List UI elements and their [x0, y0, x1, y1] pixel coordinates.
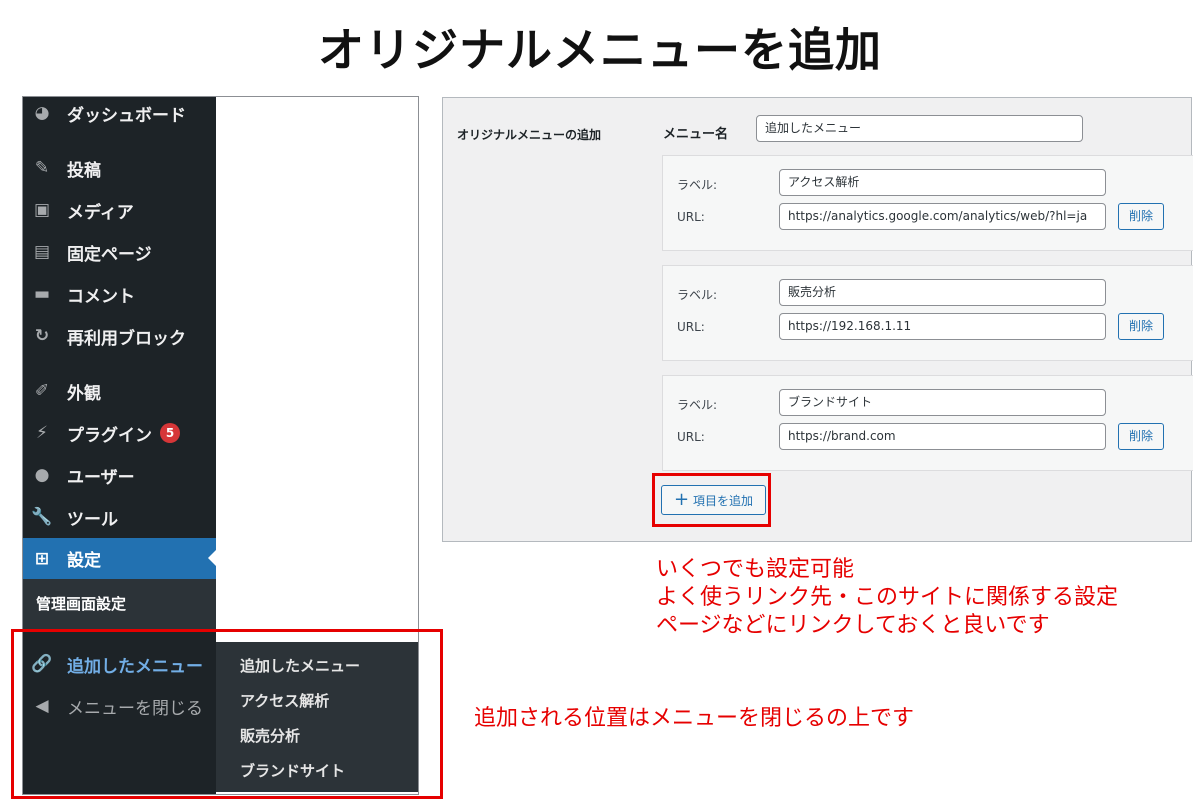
- plugin-icon: ⚡: [36, 423, 48, 443]
- highlight-added-menu: [11, 629, 443, 799]
- page-title: オリジナルメニューを追加: [318, 23, 882, 77]
- sidebar-item-label: メディア: [67, 202, 134, 223]
- sidebar-item-label: 固定ページ: [67, 244, 152, 265]
- url-input[interactable]: https://brand.com: [779, 423, 1106, 450]
- sidebar-item-users[interactable]: ● ユーザー: [23, 456, 216, 494]
- url-field-label: URL:: [677, 320, 705, 334]
- label-input[interactable]: 販売分析: [779, 279, 1106, 306]
- sidebar-item-settings[interactable]: ⊞ 設定: [23, 538, 216, 579]
- menu-settings-panel: オリジナルメニューの追加 メニュー名 追加したメニュー ラベル: アクセス解析 …: [442, 97, 1193, 542]
- sidebar-item-reusable-blocks[interactable]: ↻ 再利用ブロック: [23, 317, 216, 355]
- menu-item-row: ラベル: ブランドサイト URL: https://brand.com 削除: [662, 375, 1193, 471]
- delete-button[interactable]: 削除: [1118, 313, 1164, 340]
- sidebar-item-comments[interactable]: ▬ コメント: [23, 275, 216, 313]
- sidebar-item-media[interactable]: ▣ メディア: [23, 191, 216, 229]
- highlight-add-button: [652, 473, 771, 527]
- update-count-badge: 5: [160, 423, 180, 443]
- sidebar-item-label: ダッシュボード: [67, 105, 186, 126]
- url-input[interactable]: https://analytics.google.com/analytics/w…: [779, 203, 1106, 230]
- sidebar-item-label: 投稿: [67, 160, 101, 181]
- label-input[interactable]: アクセス解析: [779, 169, 1106, 196]
- sidebar-item-plugins[interactable]: ⚡ プラグイン 5: [23, 414, 216, 452]
- note-line-3: ページなどにリンクしておくと良いです: [656, 613, 1050, 638]
- url-field-label: URL:: [677, 210, 705, 224]
- brush-icon: ✐: [34, 381, 50, 401]
- note-line-2: よく使うリンク先・このサイトに関係する設定: [656, 585, 1119, 610]
- sidebar-item-pages[interactable]: ▤ 固定ページ: [23, 233, 216, 271]
- delete-button[interactable]: 削除: [1118, 423, 1164, 450]
- media-icon: ▣: [33, 200, 51, 220]
- pin-icon: ✎: [34, 158, 50, 178]
- page-icon: ▤: [33, 242, 51, 262]
- menu-name-input[interactable]: 追加したメニュー: [756, 115, 1083, 142]
- url-input[interactable]: https://192.168.1.11: [779, 313, 1106, 340]
- dashboard-icon: ◕: [34, 103, 50, 123]
- note-position: 追加される位置はメニューを閉じるの上です: [474, 706, 915, 731]
- sidebar-item-label: 外観: [67, 383, 101, 404]
- note-line-1: いくつでも設定可能: [656, 557, 855, 582]
- label-field-label: ラベル:: [677, 288, 718, 302]
- sidebar-item-posts[interactable]: ✎ 投稿: [23, 149, 216, 187]
- sidebar-item-label: ツール: [67, 509, 118, 530]
- user-icon: ●: [34, 465, 50, 485]
- sidebar-item-label: 設定: [67, 551, 101, 571]
- label-field-label: ラベル:: [677, 178, 718, 192]
- sidebar-item-dashboard[interactable]: ◕ ダッシュボード: [23, 94, 216, 132]
- sidebar-item-label: 再利用ブロック: [67, 328, 186, 349]
- comment-icon: ▬: [33, 284, 51, 304]
- label-input[interactable]: ブランドサイト: [779, 389, 1106, 416]
- sidebar-item-tools[interactable]: 🔧 ツール: [23, 498, 216, 536]
- menu-item-row: ラベル: 販売分析 URL: https://192.168.1.11 削除: [662, 265, 1193, 361]
- menu-name-label: メニュー名: [663, 127, 729, 142]
- submenu-item-admin-settings[interactable]: 管理画面設定: [23, 579, 216, 629]
- sidebar-item-label: プラグイン: [67, 425, 152, 446]
- sidebar-item-appearance[interactable]: ✐ 外観: [23, 372, 216, 410]
- settings-icon: ⊞: [34, 548, 50, 569]
- label-field-label: ラベル:: [677, 398, 718, 412]
- settings-heading: オリジナルメニューの追加: [457, 128, 602, 142]
- wrench-icon: 🔧: [31, 507, 53, 527]
- url-field-label: URL:: [677, 430, 705, 444]
- reuse-icon: ↻: [34, 326, 50, 346]
- sidebar-item-label: ユーザー: [67, 467, 135, 488]
- sidebar-item-label: コメント: [67, 286, 135, 307]
- menu-item-row: ラベル: アクセス解析 URL: https://analytics.googl…: [662, 155, 1193, 251]
- delete-button[interactable]: 削除: [1118, 203, 1164, 230]
